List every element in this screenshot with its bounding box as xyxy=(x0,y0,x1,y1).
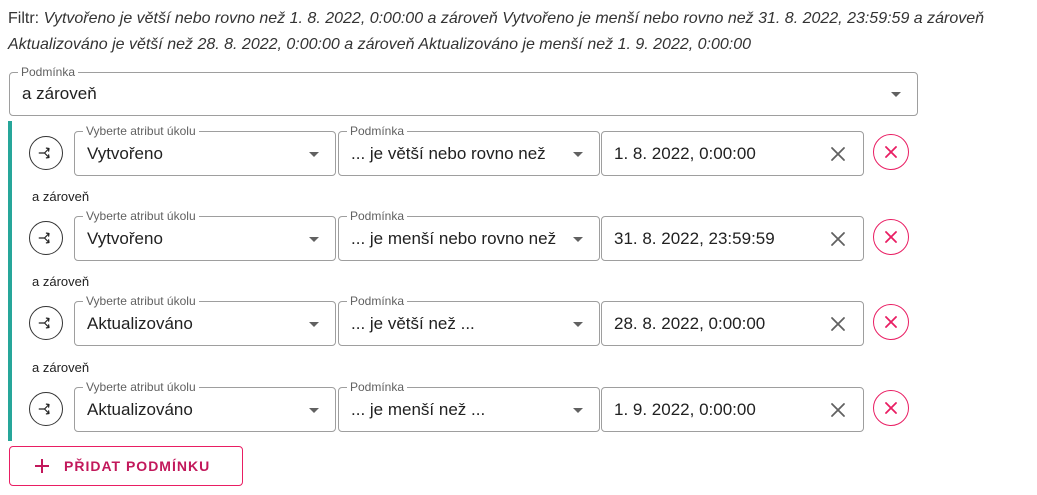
dropdown-arrow-icon xyxy=(309,236,319,242)
remove-condition-button[interactable] xyxy=(873,219,909,255)
add-condition-button[interactable]: PŘIDAT PODMÍNKU xyxy=(9,446,243,486)
date-value-input[interactable]: 28. 8. 2022, 0:00:00 xyxy=(601,301,864,346)
date-value-input[interactable]: 1. 9. 2022, 0:00:00 xyxy=(601,387,864,432)
conjunction-label: a zároveň xyxy=(32,360,90,375)
dropdown-arrow-icon xyxy=(573,236,583,242)
dropdown-arrow-icon xyxy=(309,407,319,413)
condition-select[interactable]: Podmínka ... je větší než ... xyxy=(338,294,600,346)
top-condition-select[interactable]: Podmínka a zároveň xyxy=(9,65,918,116)
attribute-select-value: Vytvořeno xyxy=(87,143,163,163)
clear-icon[interactable] xyxy=(829,315,847,333)
filter-prefix: Filtr: xyxy=(8,10,40,27)
attribute-select[interactable]: Vyberte atribut úkolu Vytvořeno xyxy=(74,124,336,176)
condition-select[interactable]: Podmínka ... je menší nebo rovno než xyxy=(338,209,600,261)
condition-select[interactable]: Podmínka ... je větší nebo rovno než xyxy=(338,124,600,176)
branch-icon[interactable] xyxy=(29,392,63,426)
attribute-select-value: Vytvořeno xyxy=(87,228,163,248)
branch-icon[interactable] xyxy=(29,306,63,340)
dropdown-arrow-icon xyxy=(309,321,319,327)
date-value-input[interactable]: 31. 8. 2022, 23:59:59 xyxy=(601,216,864,261)
top-condition-value: a zároveň xyxy=(22,84,97,103)
attribute-select-value: Aktualizováno xyxy=(87,313,193,333)
dropdown-arrow-icon xyxy=(891,92,901,97)
condition-select-value: ... je větší nebo rovno než xyxy=(351,143,546,163)
close-icon xyxy=(884,401,898,415)
attribute-select[interactable]: Vyberte atribut úkolu Vytvořeno xyxy=(74,209,336,261)
add-condition-label: PŘIDAT PODMÍNKU xyxy=(64,458,211,474)
remove-condition-button[interactable] xyxy=(873,134,909,170)
attribute-select[interactable]: Vyberte atribut úkolu Aktualizováno xyxy=(74,294,336,346)
condition-select-value: ... je menší než ... xyxy=(351,399,486,419)
dropdown-arrow-icon xyxy=(573,321,583,327)
close-icon xyxy=(884,230,898,244)
remove-condition-button[interactable] xyxy=(873,304,909,340)
date-value-input[interactable]: 1. 8. 2022, 0:00:00 xyxy=(601,131,864,176)
date-value-text: 1. 9. 2022, 0:00:00 xyxy=(614,399,756,419)
attribute-select[interactable]: Vyberte atribut úkolu Aktualizováno xyxy=(74,380,336,432)
filter-expression: Vytvořeno je větší nebo rovno než 1. 8. … xyxy=(8,10,985,53)
clear-icon[interactable] xyxy=(829,230,847,248)
remove-condition-button[interactable] xyxy=(873,390,909,426)
branch-icon[interactable] xyxy=(29,136,63,170)
condition-select[interactable]: Podmínka ... je menší než ... xyxy=(338,380,600,432)
condition-group-bar xyxy=(8,121,12,441)
condition-select-value: ... je menší nebo rovno než xyxy=(351,228,557,248)
date-value-text: 28. 8. 2022, 0:00:00 xyxy=(614,313,766,333)
conjunction-label: a zároveň xyxy=(32,189,90,204)
clear-icon[interactable] xyxy=(829,145,847,163)
date-value-text: 1. 8. 2022, 0:00:00 xyxy=(614,143,756,163)
attribute-select-value: Aktualizováno xyxy=(87,399,193,419)
branch-icon[interactable] xyxy=(29,221,63,255)
clear-icon[interactable] xyxy=(829,401,847,419)
close-icon xyxy=(884,145,898,159)
dropdown-arrow-icon xyxy=(573,151,583,157)
conjunction-label: a zároveň xyxy=(32,274,90,289)
date-value-text: 31. 8. 2022, 23:59:59 xyxy=(614,228,775,248)
dropdown-arrow-icon xyxy=(573,407,583,413)
filter-summary: Filtr: Vytvořeno je větší nebo rovno než… xyxy=(8,6,1028,58)
close-icon xyxy=(884,315,898,329)
plus-icon xyxy=(35,459,49,473)
dropdown-arrow-icon xyxy=(309,151,319,157)
condition-select-value: ... je větší než ... xyxy=(351,313,475,333)
